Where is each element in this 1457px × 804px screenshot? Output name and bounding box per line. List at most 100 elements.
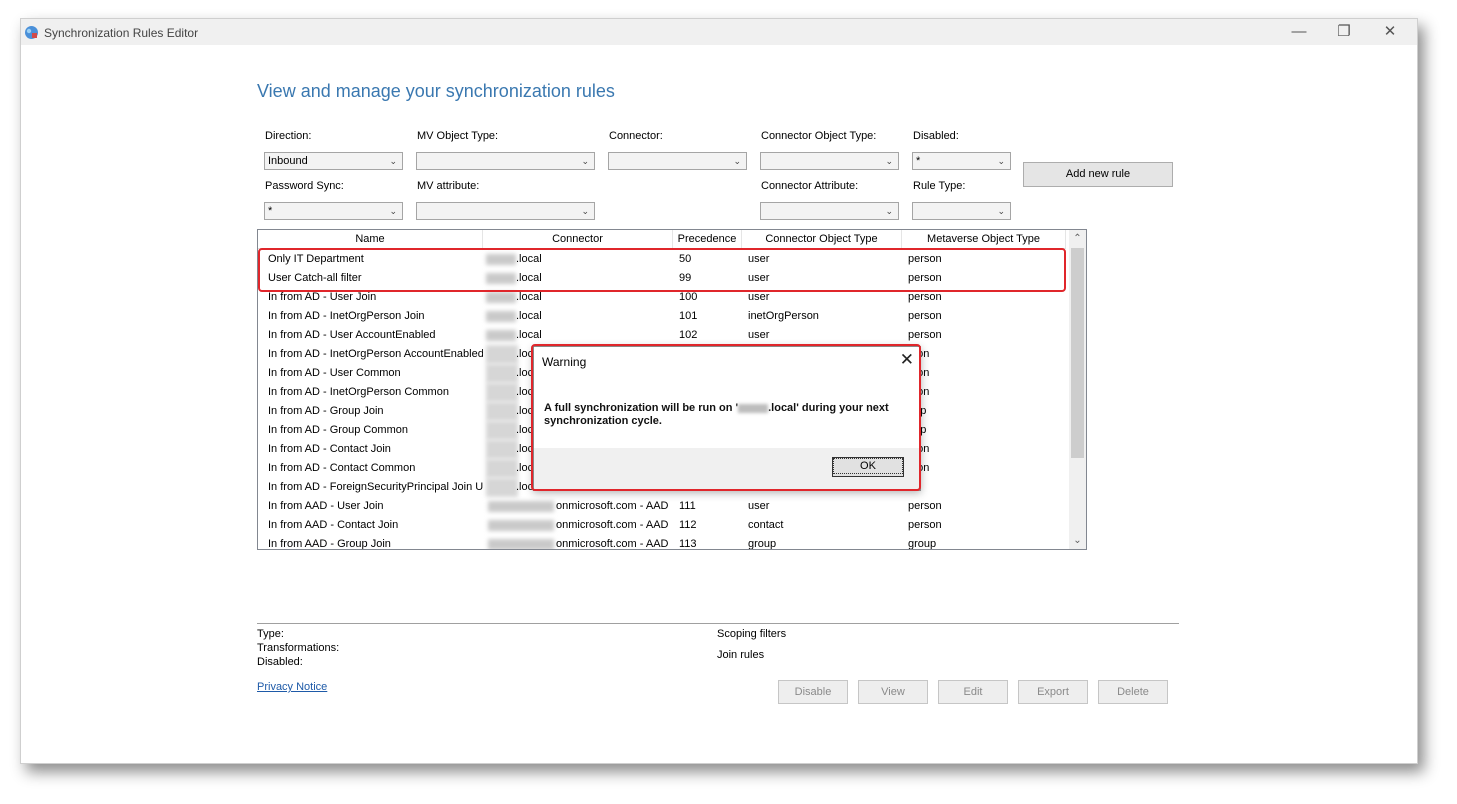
cell-name: In from AD - ForeignSecurityPrincipal Jo… [268, 481, 483, 493]
highlight-new-rules [258, 248, 1066, 292]
mv-object-type-select[interactable]: ⌄ [416, 152, 595, 170]
redacted-domain [488, 539, 554, 549]
table-row[interactable]: In from AAD - User Join onmicrosoft.com -… [258, 497, 1066, 516]
cell-metaverse-object-type: group [908, 538, 937, 550]
table-row[interactable]: In from AD - User AccountEnabled .local 10… [258, 326, 1066, 345]
cell-name: In from AD - Group Join [268, 405, 384, 417]
cell-metaverse-object-type: oup [908, 402, 1058, 421]
cell-connector-object-type: group [748, 538, 777, 550]
disabled-value: * [916, 155, 921, 167]
delete-button[interactable]: Delete [1098, 680, 1168, 704]
disabled-select[interactable]: * ⌄ [912, 152, 1011, 170]
view-button[interactable]: View [858, 680, 928, 704]
connector-object-type-select[interactable]: ⌄ [760, 152, 899, 170]
highlight-warning-dialog [531, 344, 921, 491]
chevron-down-icon: ⌄ [885, 156, 893, 166]
column-header-precedence[interactable]: Precedence [673, 230, 742, 248]
column-header-connector-object-type[interactable]: Connector Object Type [742, 230, 902, 248]
cell-name: In from AAD - Group Join [268, 538, 391, 550]
connector-object-type-label: Connector Object Type: [761, 130, 877, 142]
cell-connector: .local [516, 329, 542, 341]
direction-value: Inbound [268, 155, 308, 167]
table-row[interactable]: In from AD - InetOrgPerson Join .local 101… [258, 307, 1066, 326]
column-header-connector[interactable]: Connector [483, 230, 673, 248]
scoping-filters-label: Scoping filters [717, 628, 787, 640]
password-sync-select[interactable]: * ⌄ [264, 202, 403, 220]
column-header-metaverse-object-type[interactable]: Metaverse Object Type [902, 230, 1066, 248]
scroll-down-icon[interactable]: ⌄ [1069, 532, 1086, 549]
cell-metaverse-object-type: rson [908, 459, 1058, 478]
connector-label: Connector: [609, 130, 663, 142]
table-row[interactable]: In from AAD - Contact Join onmicrosoft.co… [258, 516, 1066, 535]
cell-connector-object-type: contact [748, 519, 784, 531]
cell-metaverse-object-type: rson [908, 345, 1058, 364]
disabled-filter-label: Disabled: [913, 130, 959, 142]
redacted-domain [488, 520, 554, 531]
window-title: Synchronization Rules Editor [44, 26, 199, 40]
grid-header: Name Connector Precedence Connector Obje… [258, 230, 1066, 249]
cell-connector: .local [516, 310, 542, 322]
cell-metaverse-object-type: rson [908, 440, 1058, 459]
cell-precedence: 113 [679, 538, 697, 550]
minimize-icon[interactable]: — [1288, 23, 1310, 41]
export-button[interactable]: Export [1018, 680, 1088, 704]
scrollbar-thumb[interactable] [1071, 248, 1084, 458]
chevron-down-icon: ⌄ [581, 206, 589, 216]
cell-name: In from AD - User AccountEnabled [268, 329, 436, 341]
mv-attribute-select[interactable]: ⌄ [416, 202, 595, 220]
cell-metaverse-object-type: rson [908, 383, 1058, 402]
cell-metaverse-object-type: person [908, 519, 942, 531]
scroll-up-icon[interactable]: ⌃ [1069, 230, 1086, 247]
cell-precedence: 101 [679, 310, 698, 322]
redacted-domain [486, 478, 518, 497]
cell-metaverse-object-type: oup [908, 421, 1058, 440]
connector-attribute-label: Connector Attribute: [761, 180, 859, 192]
cell-metaverse-object-type [908, 478, 1058, 497]
cell-metaverse-object-type: person [908, 500, 942, 512]
redacted-domain [486, 383, 518, 402]
column-header-name[interactable]: Name [258, 230, 483, 248]
cell-name: In from AD - Contact Join [268, 443, 391, 455]
cell-name: In from AAD - User Join [268, 500, 384, 512]
type-label: Type: [257, 628, 284, 640]
cell-precedence: 112 [679, 519, 697, 531]
password-sync-value: * [268, 205, 273, 217]
privacy-notice-link[interactable]: Privacy Notice [257, 681, 327, 693]
table-row[interactable]: In from AAD - Group Join onmicrosoft.com … [258, 535, 1066, 550]
connector-select[interactable]: ⌄ [608, 152, 747, 170]
chevron-down-icon: ⌄ [885, 206, 893, 216]
cell-metaverse-object-type: rson [908, 364, 1058, 383]
cell-name: In from AAD - Contact Join [268, 519, 399, 531]
redacted-domain [486, 292, 516, 303]
redacted-domain [486, 459, 518, 478]
direction-label: Direction: [265, 130, 312, 142]
cell-connector-object-type: inetOrgPerson [748, 310, 819, 322]
direction-select[interactable]: Inbound ⌄ [264, 152, 403, 170]
join-rules-label: Join rules [717, 649, 765, 661]
cell-metaverse-object-type: person [908, 329, 942, 341]
add-new-rule-button[interactable]: Add new rule [1023, 162, 1173, 187]
cell-name: In from AD - InetOrgPerson AccountEnable… [268, 348, 483, 360]
edit-button[interactable]: Edit [938, 680, 1008, 704]
restore-icon[interactable]: ❐ [1333, 23, 1355, 41]
connector-attribute-select[interactable]: ⌄ [760, 202, 899, 220]
redacted-domain [486, 364, 518, 383]
disable-button[interactable]: Disable [778, 680, 848, 704]
chevron-down-icon: ⌄ [389, 156, 397, 166]
chevron-down-icon: ⌄ [997, 206, 1005, 216]
redacted-domain [486, 345, 518, 364]
cell-name: In from AD - Contact Common [268, 462, 416, 474]
chevron-down-icon: ⌄ [997, 156, 1005, 166]
app-window: Synchronization Rules Editor — ❐ ✕ View … [20, 18, 1418, 764]
cell-precedence: 111 [679, 500, 696, 512]
password-sync-label: Password Sync: [265, 180, 344, 192]
redacted-domain [486, 311, 516, 322]
mv-object-type-label: MV Object Type: [417, 130, 499, 142]
grid-scrollbar[interactable]: ⌃ ⌄ [1069, 230, 1086, 549]
close-icon[interactable]: ✕ [1379, 23, 1401, 41]
rule-type-label: Rule Type: [913, 180, 966, 192]
details-separator [257, 623, 1179, 624]
cell-name: In from AD - User Common [268, 367, 401, 379]
rule-type-select[interactable]: ⌄ [912, 202, 1011, 220]
redacted-domain [486, 402, 518, 421]
